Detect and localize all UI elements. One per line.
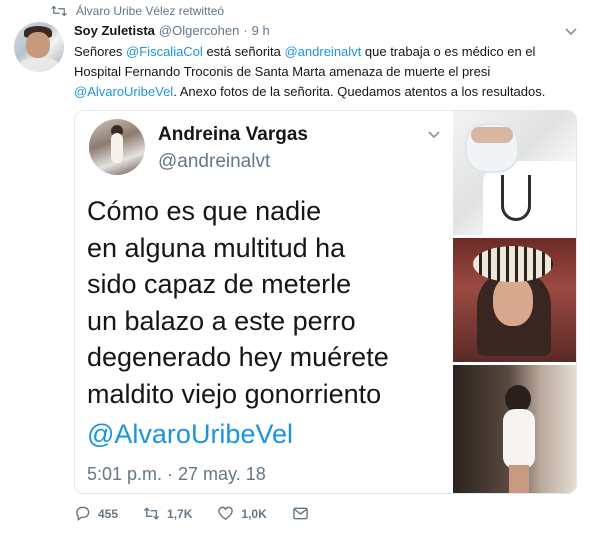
- chevron-down-icon[interactable]: [564, 24, 578, 38]
- photo-doctor[interactable]: [453, 111, 576, 235]
- embedded-author-handle: @andreinalvt: [158, 151, 271, 172]
- embedded-tweet-text: Cómo es que nadie en alguna multitud ha …: [87, 193, 449, 412]
- embedded-tweet-screenshot[interactable]: Andreina Vargas @andreinalvt Cómo es que…: [75, 111, 451, 493]
- retweet-icon: [51, 5, 67, 17]
- like-button[interactable]: 1,0K: [217, 505, 267, 522]
- separator-dot: ·: [243, 23, 248, 38]
- embedded-text-line: degenerado hey muérete: [87, 342, 389, 372]
- photo-dress[interactable]: [453, 365, 576, 493]
- tweet-text-segment: . Anexo fotos de la señorita. Quedamos a…: [173, 84, 546, 99]
- embedded-text-line: maldito viejo gonorriento: [87, 378, 382, 409]
- author-name[interactable]: Soy Zuletista: [74, 23, 155, 38]
- tweet-time[interactable]: 9 h: [252, 23, 270, 38]
- retweet-button[interactable]: 1,7K: [143, 505, 192, 522]
- author-handle[interactable]: @Olgercohen: [159, 23, 239, 38]
- embedded-avatar: [89, 119, 145, 175]
- like-count: 1,0K: [241, 506, 267, 521]
- embedded-timestamp: 5:01 p.m. · 27 may. 18: [87, 464, 266, 484]
- reply-button[interactable]: 455: [74, 505, 118, 522]
- tweet-header: Soy Zuletista @Olgercohen · 9 h: [74, 23, 270, 38]
- reply-count: 455: [98, 506, 119, 521]
- mention-link[interactable]: @AlvaroUribeVel: [74, 84, 173, 99]
- direct-message-button[interactable]: [292, 505, 309, 522]
- embedded-text-line: en alguna multitud ha: [87, 232, 346, 263]
- chevron-down-icon: [428, 131, 440, 139]
- retweet-label: Álvaro Uribe Vélez retwitteó: [76, 4, 225, 18]
- photo-column: [453, 111, 576, 493]
- embedded-mention: @AlvaroUribeVel: [87, 419, 293, 449]
- tweet-text-segment: está señorita: [202, 44, 285, 59]
- mention-link[interactable]: @FiscaliaCol: [126, 44, 203, 59]
- envelope-icon: [292, 507, 308, 520]
- embedded-text-line: Cómo es que nadie: [87, 196, 322, 226]
- tweet-text-segment: Señores: [74, 44, 127, 59]
- retweet-count: 1,7K: [167, 506, 193, 521]
- author-avatar[interactable]: [14, 22, 64, 72]
- embedded-author-name: Andreina Vargas: [158, 124, 308, 145]
- mention-link[interactable]: @andreinalvt: [284, 44, 361, 59]
- retweet-context: Álvaro Uribe Vélez retwitteó: [50, 4, 224, 18]
- attached-media-card[interactable]: Andreina Vargas @andreinalvt Cómo es que…: [74, 110, 577, 494]
- embedded-text-line: sido capaz de meterle: [87, 269, 352, 299]
- reply-icon: [76, 506, 90, 522]
- heart-icon: [218, 506, 234, 521]
- tweet-actions: 455 1,7K 1,0K: [74, 505, 334, 522]
- tweet-text: Señores @FiscaliaCol está señorita @andr…: [74, 42, 579, 102]
- photo-hat[interactable]: [453, 238, 576, 362]
- embedded-text-line: un balazo a este perro: [87, 305, 356, 336]
- retweet-icon: [143, 507, 160, 520]
